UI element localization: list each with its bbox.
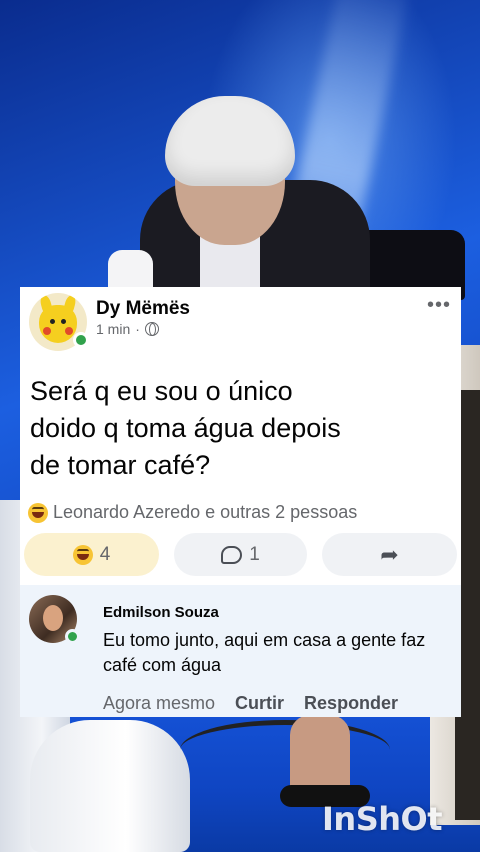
comment-text: Eu tomo junto, aqui em casa a gente faz … bbox=[103, 630, 426, 675]
meta-separator: · bbox=[135, 321, 140, 337]
pikachu-face bbox=[39, 305, 77, 343]
commenter-name[interactable]: Edmilson Souza bbox=[103, 604, 219, 621]
comment-count: 1 bbox=[249, 543, 260, 565]
share-button[interactable]: ➦ bbox=[322, 533, 457, 576]
comment-actions: Agora mesmo Curtir Responder bbox=[103, 693, 398, 714]
reply-comment-button[interactable]: Responder bbox=[304, 693, 398, 714]
comment-card: Edmilson Souza Eu tomo junto, aqui em ca… bbox=[20, 585, 461, 717]
haha-emoji-icon bbox=[28, 502, 48, 523]
share-arrow-icon: ➦ bbox=[380, 541, 399, 567]
pikachu-cheek-left bbox=[43, 327, 51, 335]
comment-bubble-icon bbox=[221, 545, 243, 564]
pikachu-eye-left bbox=[50, 319, 55, 324]
online-status-dot bbox=[73, 332, 89, 348]
pikachu-cheek-right bbox=[65, 327, 73, 335]
commenter-face bbox=[43, 605, 63, 631]
reactions-summary[interactable]: Leonardo Azeredo e outras 2 pessoas bbox=[28, 502, 357, 523]
globe-icon bbox=[144, 322, 159, 336]
post-text: Será q eu sou o único doido q toma água … bbox=[30, 376, 341, 480]
post-action-row: 4 1 ➦ bbox=[24, 533, 457, 577]
reactions-summary-text: Leonardo Azeredo e outras 2 pessoas bbox=[53, 502, 358, 522]
pikachu-eye-right bbox=[61, 319, 66, 324]
comment-button[interactable]: 1 bbox=[174, 533, 307, 576]
reaction-count: 4 bbox=[99, 543, 111, 565]
haha-emoji-icon bbox=[72, 544, 93, 565]
inshot-watermark: InShOt bbox=[322, 800, 443, 838]
comment-bubble: Edmilson Souza Eu tomo junto, aqui em ca… bbox=[94, 592, 434, 680]
post-meta: 1 min · bbox=[96, 321, 159, 337]
reaction-button[interactable]: 4 bbox=[24, 533, 159, 576]
chair-base bbox=[180, 720, 390, 780]
page-name[interactable]: Dy Mëmës bbox=[96, 298, 190, 320]
like-comment-button[interactable]: Curtir bbox=[235, 693, 284, 714]
post-card: Dy Mëmës 1 min · ••• Será q eu sou o úni… bbox=[20, 287, 461, 585]
comment-time: Agora mesmo bbox=[103, 693, 216, 713]
commenter-online-dot bbox=[65, 629, 80, 644]
statue-base bbox=[30, 720, 190, 852]
more-options-icon[interactable]: ••• bbox=[427, 295, 451, 315]
post-time[interactable]: 1 min bbox=[96, 321, 130, 337]
